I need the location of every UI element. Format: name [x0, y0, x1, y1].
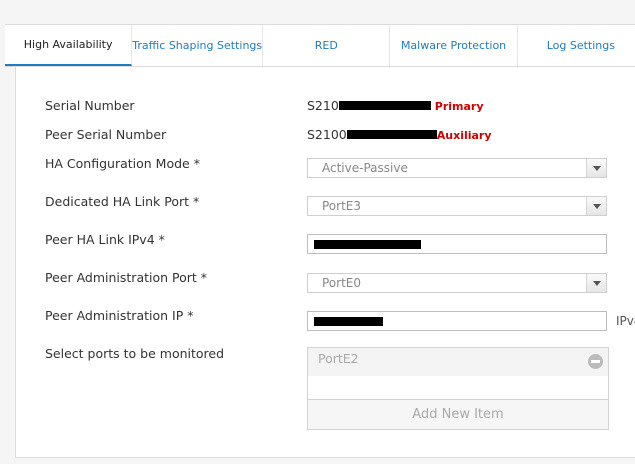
peer-admin-port-select[interactable]: PortE0 [307, 273, 607, 293]
peer-ha-ipv4-input[interactable] [307, 234, 607, 254]
peer-serial-number-label: Peer Serial Number [45, 127, 167, 142]
tab-traffic-shaping-settings[interactable]: Traffic Shaping Settings [132, 25, 264, 66]
serial-number-value: S210 Primary [307, 98, 484, 113]
serial-number-label: Serial Number [45, 98, 135, 113]
dedicated-port-label: Dedicated HA Link Port * [45, 194, 200, 209]
redacted-serial [338, 100, 431, 110]
chevron-down-icon[interactable] [586, 159, 606, 177]
peer-admin-ip-input[interactable] [307, 311, 607, 331]
ha-settings-panel: Serial Number S210 Primary Peer Serial N… [15, 66, 635, 458]
tab-red[interactable]: RED [263, 25, 391, 66]
peer-serial-number-value: S2100 Auxiliary [307, 127, 492, 142]
peer-admin-port-selected-value: PortE0 [322, 276, 362, 290]
dedicated-port-selected-value: PortE3 [322, 199, 362, 213]
primary-tag: Primary [434, 100, 484, 113]
dedicated-port-select[interactable]: PortE3 [307, 196, 607, 216]
add-new-item-button[interactable]: Add New Item [308, 399, 608, 429]
peer-serial-prefix: S2100 [307, 127, 347, 142]
peer-ha-ipv4-label: Peer HA Link IPv4 * [45, 232, 165, 247]
redacted-peer-serial [346, 129, 437, 139]
monitored-ports-label: Select ports to be monitored [45, 346, 225, 361]
tab-high-availability[interactable]: High Availability [5, 25, 133, 66]
ha-mode-select[interactable]: Active-Passive [307, 158, 607, 178]
redacted-ip [314, 317, 383, 326]
ip-version-hint: IPv4 [616, 314, 635, 328]
peer-admin-port-label: Peer Administration Port * [45, 270, 208, 285]
serial-number-prefix: S210 [307, 98, 339, 113]
list-item: PortE2 [308, 348, 608, 376]
monitored-ports-list: PortE2 Add New Item [307, 347, 609, 430]
chevron-down-icon[interactable] [586, 197, 606, 215]
tab-bar: High Availability Traffic Shaping Settin… [5, 24, 635, 67]
redacted-ip [314, 240, 421, 249]
tab-malware-protection[interactable]: Malware Protection [390, 25, 518, 66]
auxiliary-tag: Auxiliary [436, 129, 492, 142]
peer-admin-ip-label: Peer Administration IP * [45, 308, 194, 323]
ha-mode-selected-value: Active-Passive [322, 161, 408, 175]
ha-mode-label: HA Configuration Mode * [45, 156, 200, 171]
remove-circle-icon[interactable] [588, 354, 603, 369]
tab-log-settings[interactable]: Log Settings [518, 25, 635, 66]
list-item-label: PortE2 [318, 351, 359, 366]
chevron-down-icon[interactable] [586, 274, 606, 292]
